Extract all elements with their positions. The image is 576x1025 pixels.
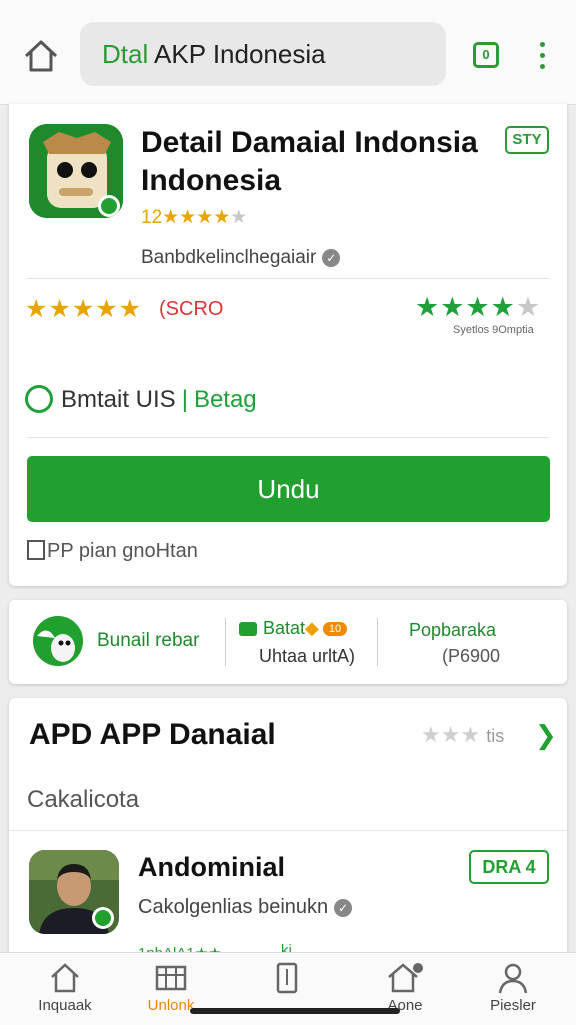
divider [27,437,549,438]
divider [9,830,567,831]
stat-popularity-value: (P6900 [442,646,501,666]
divider [27,278,549,279]
system-rating-stars: ★★★★★ [415,292,542,322]
section-rating-text: tis [486,726,505,746]
install-option[interactable]: PP pian gnoHtan [27,539,198,563]
diamond-icon: ◆ [305,618,319,638]
listing-subtitle: Cakolgenlias beinukn ✓ [138,896,353,919]
star-empty-icon: ★ [230,207,248,228]
url-text: AKP Indonesia [154,39,326,69]
rating-count: 12 [141,207,163,228]
stat-chat[interactable]: Batat◆ 10 [239,618,348,639]
app-title: Detail Damaial Indonsia Indonesia [141,126,478,197]
profile-icon [498,963,528,994]
checkbox[interactable] [27,539,45,560]
phone-icon [276,962,298,994]
nav-item-home[interactable]: Inquaak [10,961,120,1014]
score-label: (SCRO [159,298,224,320]
stat-chat-label: Batat [263,618,306,638]
stat-reviews-label[interactable]: Bunail rebar [97,630,199,652]
url-bar[interactable]: Dtal AKP Indonesia [80,22,446,86]
status-tag[interactable]: Betag [194,386,257,413]
nav-item-profile[interactable]: Piesler [458,961,568,1014]
user-rating-stars[interactable]: ★★★★★ [25,294,142,324]
nav-item-store[interactable]: Aone [350,961,460,1014]
developer-name[interactable]: Banbdkelinclhegaiair ✓ [141,247,341,269]
status-row: Bmtait UIS | Betag [25,384,257,415]
nav-item-device[interactable] [232,961,342,997]
home-icon [51,963,79,993]
count-badge: 10 [322,622,348,637]
app-detail-card: Detail Damaial Indonsia Indonesia STY 12… [9,104,567,586]
divider [377,618,378,666]
rating-caption: Syetlos 9Omptia [453,324,534,336]
nav-label: Piesler [490,997,536,1014]
section-title: APD APP Danaial [29,718,276,751]
listing-badge: DRA 4 [469,850,549,884]
avatar[interactable] [29,850,119,934]
home-indicator [190,1008,400,1014]
grid-icon [155,965,187,991]
category-label: Cakalicota [27,786,140,813]
star-icons: ★★★★ [162,207,231,228]
stat-chat-sub: Uhtaa urltA) [259,646,356,666]
status-separator: | [181,386,188,413]
stats-card: Bunail rebar Batat◆ 10 Uhtaa urltA) Popba… [9,600,567,684]
rating-summary: 12★★★★★ [141,206,247,229]
option-label: PP pian gnoHtan [47,540,198,562]
tabs-icon[interactable]: 0 [473,42,499,68]
verified-icon: ✓ [334,898,353,917]
verified-icon: ✓ [322,248,341,267]
app-icon [29,124,123,218]
chat-icon [239,622,257,637]
info-icon [25,384,53,413]
status-text: Bmtait UIS [61,386,176,413]
section-rating: ★★★ tis [421,722,505,747]
browser-toolbar: Dtal AKP Indonesia 0 [0,0,576,105]
store-icon [388,963,423,993]
listing-title[interactable]: Andominial [138,852,285,883]
developer-label: Banbdkelinclhegaiair [141,247,317,268]
age-badge: STY [505,126,549,154]
nav-item-apps[interactable]: Unlonk [116,961,226,1014]
bottom-nav: Inquaak Unlonk Aone Piesler [0,952,576,1025]
listing-subtitle-text: Cakolgenlias beinukn [138,896,329,918]
chevron-right-icon[interactable]: ❯ [535,720,557,751]
url-prefix: Dtal [102,39,149,69]
home-icon[interactable] [22,38,60,74]
menu-dots-icon[interactable] [532,42,552,72]
nav-label: Inquaak [38,997,92,1014]
download-button[interactable]: Undu [27,456,550,522]
stat-popularity-label[interactable]: Popbaraka [409,620,496,641]
mascot-icon [33,616,83,666]
divider [225,618,226,666]
